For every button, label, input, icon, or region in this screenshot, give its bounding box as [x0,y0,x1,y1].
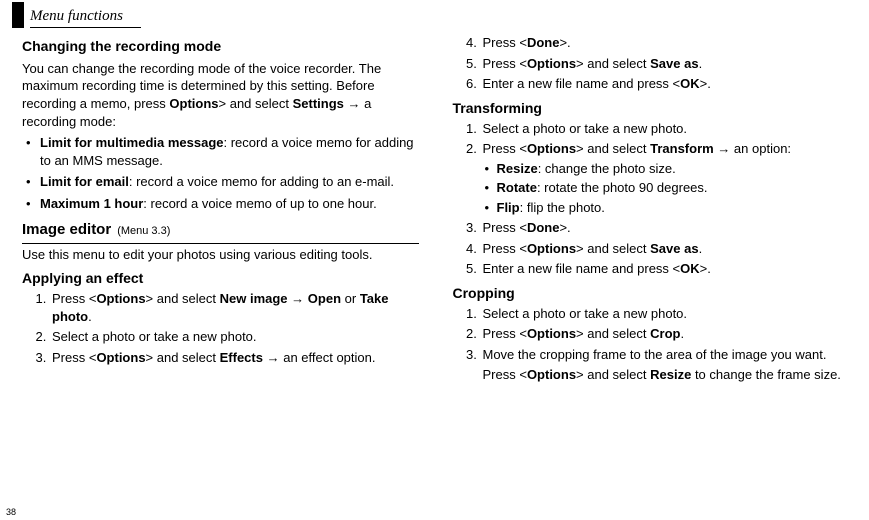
page-header: Menu functions [12,4,849,30]
section-intro-recording-mode: You can change the recording mode of the… [22,60,419,130]
steps-applying-effect-cont: Press <Done>. Press <Options> and select… [453,34,850,93]
bullets-recording-mode: Limit for multimedia message: record a v… [22,134,419,212]
section-intro-image-editor: Use this menu to edit your photos using … [22,246,419,264]
list-item: Select a photo or take a new photo. [481,305,850,323]
page-number: 38 [6,506,16,518]
list-item: Limit for multimedia message: record a v… [40,134,419,169]
steps-cropping: Select a photo or take a new photo. Pres… [453,305,850,384]
list-item: Enter a new file name and press <OK>. [481,75,850,93]
list-item: Press <Options> and select New image → O… [50,290,419,325]
list-item: Press <Options> and select Transform → a… [481,140,850,216]
list-item: Resize: change the photo size. [485,160,850,178]
steps-transforming: Select a photo or take a new photo. Pres… [453,120,850,278]
list-item: Select a photo or take a new photo. [50,328,419,346]
list-item: Maximum 1 hour: record a voice memo of u… [40,195,419,213]
right-column: Press <Done>. Press <Options> and select… [453,34,850,387]
list-item: Enter a new file name and press <OK>. [481,260,850,278]
steps-applying-effect: Press <Options> and select New image → O… [22,290,419,366]
list-item: Rotate: rotate the photo 90 degrees. [485,179,850,197]
list-item: Press <Options> and select Crop. [481,325,850,343]
left-column: Changing the recording mode You can chan… [22,34,419,387]
list-item: Press <Options> and select Save as. [481,240,850,258]
step-extra: Press <Options> and select Resize to cha… [483,366,850,384]
section-title-cropping: Cropping [453,284,850,303]
section-title-recording-mode: Changing the recording mode [22,37,419,56]
header-mark-icon [12,2,24,28]
list-item: Press <Options> and select Effects → an … [50,349,419,367]
section-title-text: Image editor [22,220,111,240]
list-item: Limit for email: record a voice memo for… [40,173,419,191]
list-item: Move the cropping frame to the area of t… [481,346,850,384]
subbullets-transform-options: Resize: change the photo size. Rotate: r… [483,160,850,217]
section-title-applying-effect: Applying an effect [22,269,419,288]
section-title-image-editor: Image editor (Menu 3.3) [22,220,419,243]
header-title: Menu functions [30,6,141,27]
content-columns: Changing the recording mode You can chan… [12,34,849,387]
section-title-transforming: Transforming [453,99,850,118]
list-item: Select a photo or take a new photo. [481,120,850,138]
list-item: Flip: flip the photo. [485,199,850,217]
list-item: Press <Done>. [481,219,850,237]
list-item: Press <Options> and select Save as. [481,55,850,73]
list-item: Press <Done>. [481,34,850,52]
menu-reference: (Menu 3.3) [117,224,170,239]
step-text: Move the cropping frame to the area of t… [483,347,827,362]
step-text: Press <Options> and select Transform → a… [483,141,792,156]
